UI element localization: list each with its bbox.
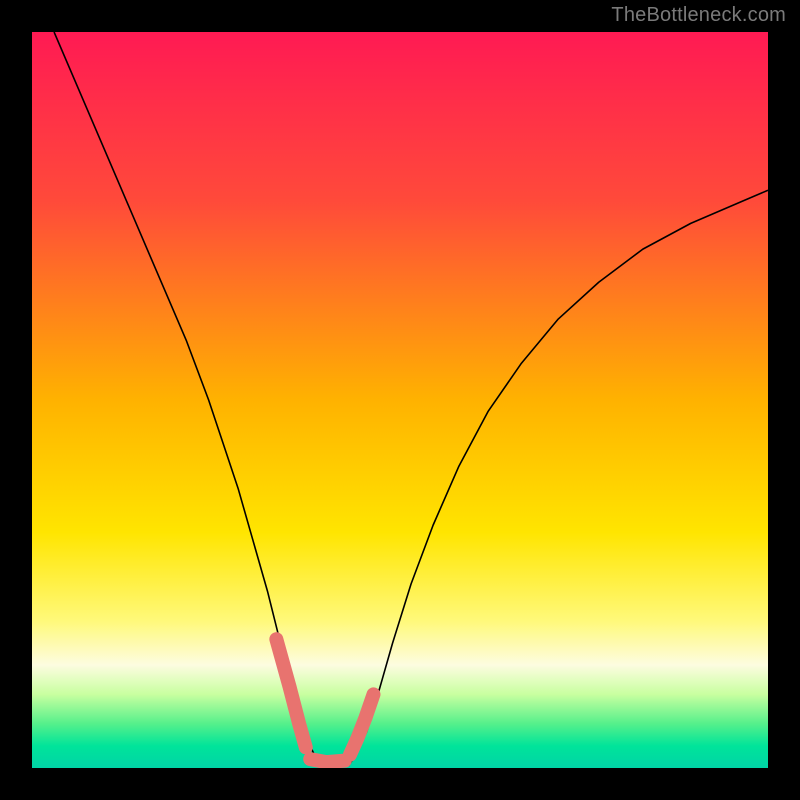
plot-background-gradient	[32, 32, 768, 768]
chart-frame: TheBottleneck.com	[0, 0, 800, 800]
series-minimum-marker-bottom	[310, 759, 345, 762]
bottleneck-chart	[0, 0, 800, 800]
